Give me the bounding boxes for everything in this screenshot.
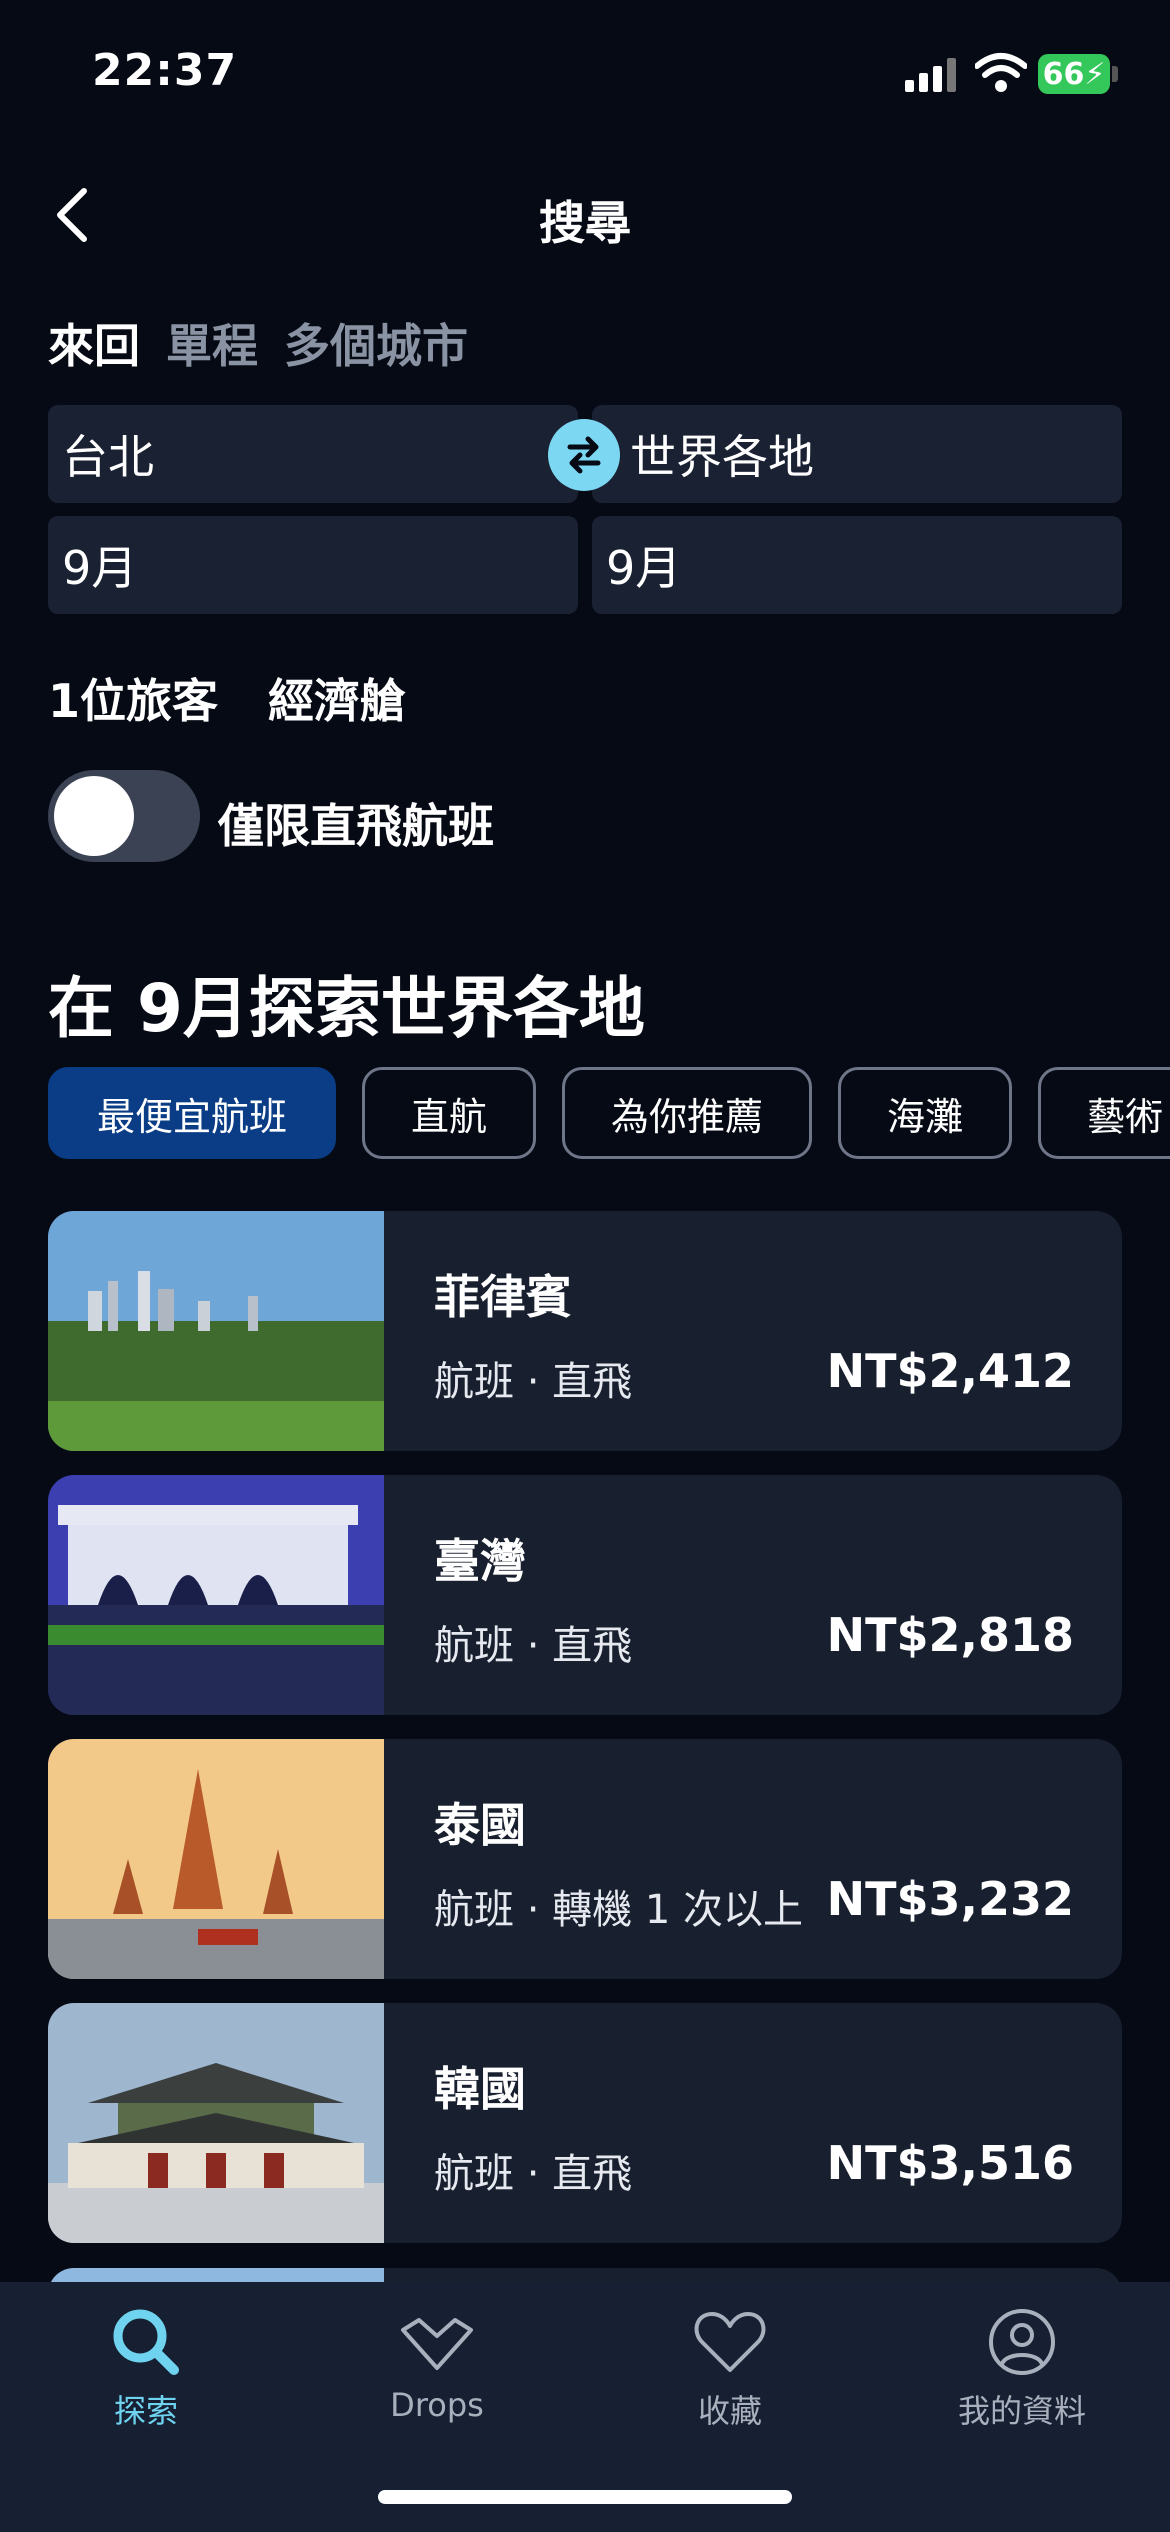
chip-recommended[interactable]: 為你推薦: [562, 1067, 813, 1159]
destination-price: NT$2,412: [826, 1344, 1074, 1398]
battery-level: 66: [1042, 56, 1085, 92]
direct-flights-toggle[interactable]: [48, 770, 200, 862]
destination-name: 韓國: [434, 2062, 526, 2116]
chip-cheapest[interactable]: 最便宜航班: [48, 1067, 337, 1159]
wifi-icon: [975, 53, 1027, 92]
heart-icon: [694, 2312, 766, 2372]
page-title: 搜尋: [539, 196, 631, 250]
tab-label: 收藏: [697, 2392, 762, 2430]
direct-flights-label: 僅限直飛航班: [218, 799, 494, 853]
destination-field[interactable]: 世界各地: [592, 405, 1122, 503]
battery-cap: [1112, 66, 1118, 82]
tab-profile[interactable]: 我的資料: [922, 2302, 1122, 2432]
traveler-count: 1位旅客: [48, 674, 219, 728]
destination-image: [48, 2003, 384, 2243]
origin-field[interactable]: 台北: [48, 405, 578, 503]
swap-button[interactable]: [548, 419, 620, 491]
destination-price: NT$3,516: [826, 2136, 1074, 2190]
search-icon: [113, 2309, 179, 2375]
tab-saved[interactable]: 收藏: [630, 2302, 830, 2432]
tab-one-way[interactable]: 單程: [166, 310, 258, 376]
destination-name: 臺灣: [434, 1534, 526, 1588]
destination-price: NT$3,232: [826, 1872, 1074, 1926]
tab-label: Drops: [390, 2386, 484, 2424]
destination-price: NT$2,818: [826, 1608, 1074, 1662]
return-date-field[interactable]: 9月: [592, 516, 1122, 614]
destination-card[interactable]: 臺灣 航班 · 直飛 NT$2,818: [48, 1475, 1122, 1715]
swap-arrows-icon: [567, 436, 601, 474]
status-time: 22:37: [92, 45, 238, 96]
section-title: 在 9月探索世界各地: [48, 970, 645, 1047]
destination-image: [48, 1475, 384, 1715]
destination-detail: 航班 · 直飛: [434, 1623, 633, 1669]
trip-type-tabs: 來回 單程 多個城市: [48, 310, 468, 376]
cellular-signal-icon: [905, 58, 956, 92]
status-bar: 22:37 66 ⚡: [0, 0, 1170, 150]
tab-multi-city[interactable]: 多個城市: [284, 310, 468, 376]
destination-name: 泰國: [434, 1798, 526, 1852]
destination-detail: 航班 · 直飛: [434, 1359, 633, 1405]
home-indicator: [378, 2490, 792, 2504]
destination-detail: 航班 · 轉機 1 次以上: [434, 1887, 804, 1933]
chip-beach[interactable]: 海灘: [838, 1067, 1013, 1159]
tab-drops[interactable]: Drops: [337, 2302, 537, 2424]
heart-drop-icon: [401, 2318, 473, 2370]
destination-card[interactable]: 菲律賓 航班 · 直飛 NT$2,412: [48, 1211, 1122, 1451]
destination-detail: 航班 · 直飛: [434, 2151, 633, 2197]
header: 搜尋: [0, 175, 1170, 255]
tab-label: 我的資料: [957, 2392, 1086, 2430]
tab-label: 探索: [113, 2392, 178, 2430]
profile-icon: [989, 2309, 1055, 2375]
travelers-selector[interactable]: 1位旅客 經濟艙: [48, 665, 406, 731]
battery-indicator: 66 ⚡: [1038, 54, 1110, 94]
tab-round-trip[interactable]: 來回: [48, 310, 140, 376]
toggle-knob: [54, 776, 134, 856]
destination-image: [48, 1211, 384, 1451]
destination-name: 菲律賓: [434, 1270, 572, 1324]
chip-direct[interactable]: 直航: [362, 1067, 537, 1159]
tab-explore[interactable]: 探索: [46, 2302, 246, 2432]
destination-card[interactable]: 韓國 航班 · 直飛 NT$3,516: [48, 2003, 1122, 2243]
chip-art[interactable]: 藝術: [1038, 1067, 1170, 1159]
depart-date-field[interactable]: 9月: [48, 516, 578, 614]
filter-chips: 最便宜航班 直航 為你推薦 海灘 藝術: [48, 1067, 1170, 1159]
cabin-class: 經濟艙: [268, 674, 407, 728]
destination-card[interactable]: 泰國 航班 · 轉機 1 次以上 NT$3,232: [48, 1739, 1122, 1979]
destination-image: [48, 1739, 384, 1979]
